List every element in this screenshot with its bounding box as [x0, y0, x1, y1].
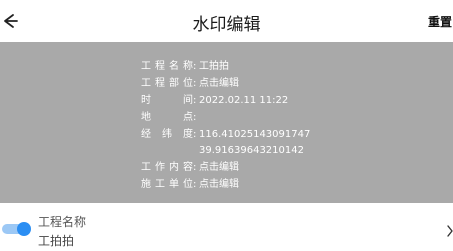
wm-label: 施工单位 — [141, 179, 193, 190]
wm-value: 工拍拍 — [199, 61, 229, 72]
setting-label: 工程名称 — [38, 215, 87, 229]
top-bar: 水印编辑 重置 — [0, 0, 453, 42]
wm-value: 点击编辑 — [199, 179, 239, 190]
wm-label: 地点 — [141, 112, 193, 123]
watermark-preview: 工程名称 : 工拍拍 工程部位 : 点击编辑 时间 : 2022.02.11 1… — [0, 42, 453, 203]
reset-button[interactable]: 重置 — [428, 13, 452, 30]
wm-label: 工程名称 — [141, 61, 193, 72]
wm-label: 工作内容 — [141, 162, 193, 173]
wm-value: 点击编辑 — [199, 78, 239, 89]
wm-value: 点击编辑 — [199, 162, 239, 173]
toggle-knob — [17, 222, 31, 236]
wm-label: 时间 — [141, 95, 193, 106]
project-name-toggle[interactable] — [2, 222, 31, 236]
page-title: 水印编辑 — [192, 15, 261, 35]
wm-value-longitude: 116.41025143091747 — [199, 129, 311, 140]
wm-value: 2022.02.11 11:22 — [199, 95, 289, 106]
setting-value: 工拍拍 — [38, 234, 75, 248]
wm-value-latitude: 39.91639643210142 — [199, 145, 304, 156]
wm-label: 工程部位 — [141, 78, 193, 89]
wm-label: 经纬度 — [141, 129, 193, 140]
chevron-right-icon[interactable] — [447, 222, 453, 237]
